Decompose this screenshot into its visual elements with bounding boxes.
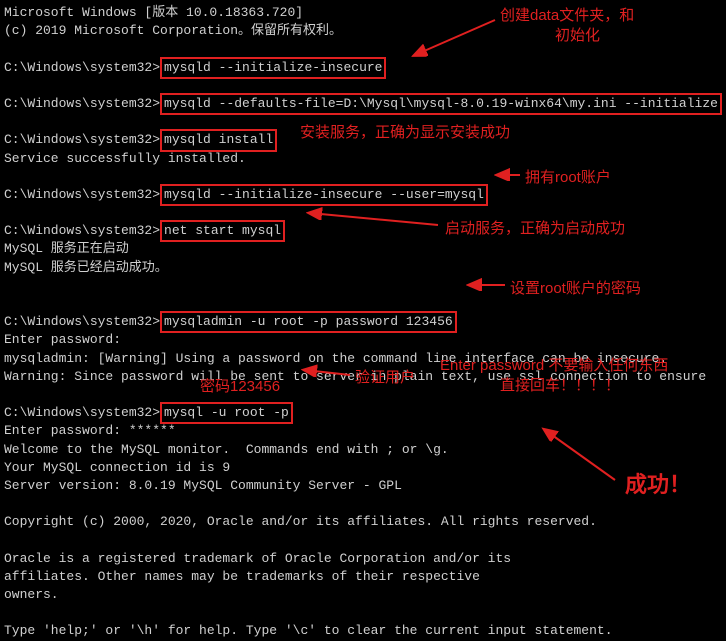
oracle-1: Oracle is a registered trademark of Orac… bbox=[4, 550, 722, 568]
prompt: C:\Windows\system32> bbox=[4, 132, 160, 147]
server-version: Server version: 8.0.19 MySQL Community S… bbox=[4, 477, 722, 495]
cmd-defaults-file[interactable]: mysqld --defaults-file=D:\Mysql\mysql-8.… bbox=[160, 93, 722, 115]
help-line: Type 'help;' or '\h' for help. Type '\c'… bbox=[4, 622, 722, 640]
cmd-login[interactable]: mysql -u root -p bbox=[160, 402, 293, 424]
annotation-enter-pwd-1: Enter password 不要输入任何东西 bbox=[440, 355, 668, 376]
annotation-verify-user: 验证用户 bbox=[355, 367, 415, 388]
annotation-init: 初始化 bbox=[555, 25, 600, 46]
enter-password[interactable]: Enter password: bbox=[4, 331, 722, 349]
annotation-create-data: 创建data文件夹，和 bbox=[500, 5, 634, 26]
annotation-enter-pwd-2: 直接回车！！！！ bbox=[500, 375, 620, 396]
annotation-start-service: 启动服务，正确为启动成功 bbox=[445, 218, 625, 239]
prompt: C:\Windows\system32> bbox=[4, 187, 160, 202]
copyright: Copyright (c) 2000, 2020, Oracle and/or … bbox=[4, 513, 722, 531]
connection-id: Your MySQL connection id is 9 bbox=[4, 459, 722, 477]
starting-line: MySQL 服务正在启动 bbox=[4, 240, 722, 258]
annotation-install-service: 安装服务，正确为显示安装成功 bbox=[300, 122, 510, 143]
cmd-init-insecure[interactable]: mysqld --initialize-insecure bbox=[160, 57, 386, 79]
annotation-success: 成功！ bbox=[625, 470, 691, 501]
annotation-set-root-pwd: 设置root账户的密码 bbox=[510, 278, 641, 299]
annotation-root-account: 拥有root账户 bbox=[525, 167, 611, 188]
cmd-install[interactable]: mysqld install bbox=[160, 129, 277, 151]
prompt: C:\Windows\system32> bbox=[4, 223, 160, 238]
annotation-pwd-123456: 密码123456 bbox=[200, 376, 280, 397]
oracle-3: owners. bbox=[4, 586, 722, 604]
install-result: Service successfully installed. bbox=[4, 150, 722, 168]
prompt: C:\Windows\system32> bbox=[4, 405, 160, 420]
oracle-2: affiliates. Other names may be trademark… bbox=[4, 568, 722, 586]
cmd-net-start[interactable]: net start mysql bbox=[160, 220, 285, 242]
prompt: C:\Windows\system32> bbox=[4, 314, 160, 329]
enter-password-stars[interactable]: Enter password: ****** bbox=[4, 422, 722, 440]
prompt: C:\Windows\system32> bbox=[4, 96, 160, 111]
started-line: MySQL 服务已经启动成功。 bbox=[4, 259, 722, 277]
cmd-admin-pwd[interactable]: mysqladmin -u root -p password 123456 bbox=[160, 311, 457, 333]
prompt: C:\Windows\system32> bbox=[4, 60, 160, 75]
cmd-init-user[interactable]: mysqld --initialize-insecure --user=mysq… bbox=[160, 184, 488, 206]
welcome: Welcome to the MySQL monitor. Commands e… bbox=[4, 441, 722, 459]
